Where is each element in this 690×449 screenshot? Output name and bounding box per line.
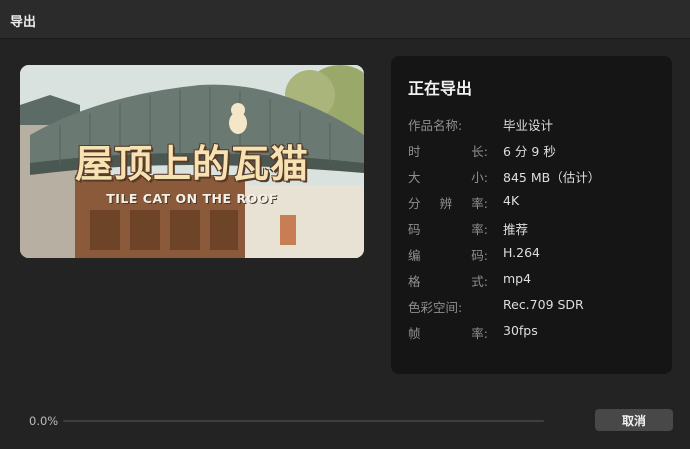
window-title: 导出 [10,15,37,30]
info-value: Rec.709 SDR [503,297,584,312]
info-row-duration: 时长: 6 分 9 秒 [408,141,668,159]
thumbnail-title-cn: 屋顶上的瓦猫 [74,141,309,186]
info-row-size: 大小: 845 MB（估计） [408,167,668,185]
info-value: H.264 [503,245,541,260]
export-status-heading: 正在导出 [408,79,473,98]
info-value: 6 分 9 秒 [503,144,556,159]
video-thumbnail: 屋顶上的瓦猫 TILE CAT ON THE ROOF [20,65,364,258]
info-row-resolution: 分辨率: 4K [408,193,668,211]
info-label: 大小: [408,170,488,185]
info-value: 推荐 [503,222,529,237]
info-row-codec: 编码: H.264 [408,245,668,263]
info-label: 时长: [408,144,488,159]
progress-bar [63,420,544,422]
progress-percentage: 0.0% [29,414,59,428]
info-row-name: 作品名称: 毕业设计 [408,115,668,133]
thumbnail-title-en: TILE CAT ON THE ROOF [106,191,278,206]
info-value: 30fps [503,323,538,338]
info-label: 作品名称: [408,118,463,133]
info-row-format: 格式: mp4 [408,271,668,289]
info-row-colorspace: 色彩空间: Rec.709 SDR [408,297,668,315]
info-label: 编码: [408,248,488,263]
info-label: 分辨率: [408,196,488,211]
info-label: 帧率: [408,326,488,341]
info-label: 码率: [408,222,488,237]
info-value: 4K [503,193,520,208]
info-value: 毕业设计 [503,118,554,133]
cancel-button[interactable]: 取消 [595,409,673,431]
info-value: 845 MB（估计） [503,170,601,185]
info-label: 格式: [408,274,488,289]
title-bar: 导出 [0,0,690,39]
info-value: mp4 [503,271,532,286]
info-label: 色彩空间: [408,300,463,315]
info-row-bitrate: 码率: 推荐 [408,219,668,237]
info-row-framerate: 帧率: 30fps [408,323,668,341]
export-info-panel: 正在导出 作品名称: 毕业设计 时长: 6 分 9 秒 大小: 845 MB（估… [391,56,672,374]
